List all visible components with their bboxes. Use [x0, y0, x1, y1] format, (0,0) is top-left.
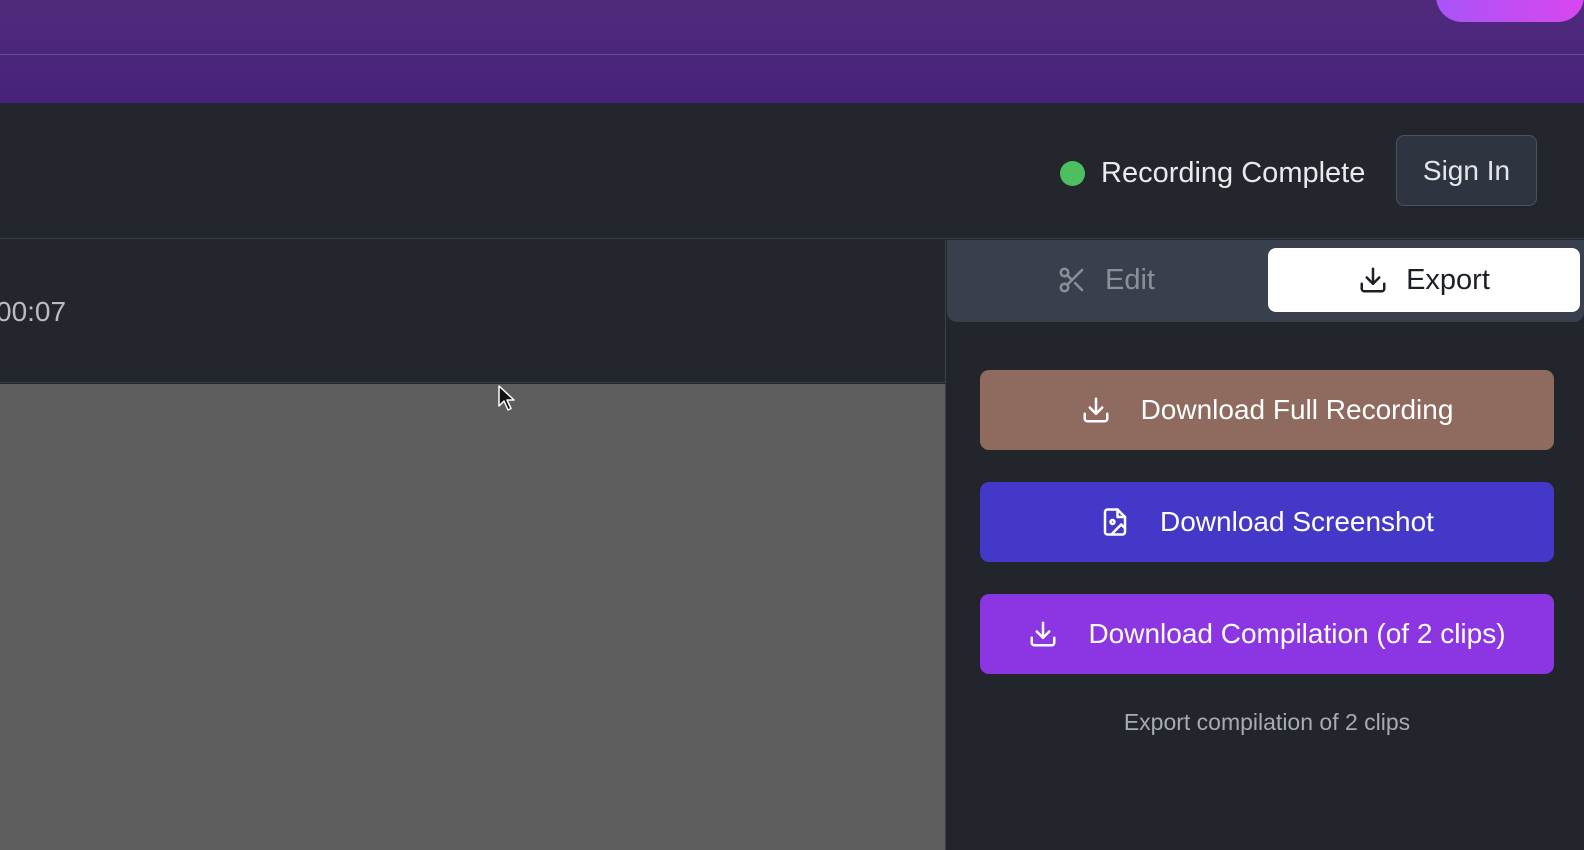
video-preview[interactable]: [0, 384, 946, 850]
image-file-icon: [1103, 508, 1127, 536]
scissors-icon: [1059, 267, 1084, 293]
export-hint: Export compilation of 2 clips: [1123, 709, 1411, 735]
time-display: 00:07: [0, 296, 67, 327]
top-banner: [0, 0, 1584, 103]
download-icon: [1360, 267, 1386, 293]
download-full-recording-label: Download Full Recording: [1140, 394, 1454, 425]
recording-status: Recording Complete: [1060, 157, 1365, 189]
player-header: 00:07: [0, 240, 946, 383]
tab-edit[interactable]: Edit: [947, 248, 1265, 312]
download-compilation-button[interactable]: Download Compilation (of 2 clips): [980, 594, 1554, 674]
tab-export-label: Export: [1406, 263, 1490, 296]
mouse-cursor-icon: [498, 385, 515, 411]
download-full-recording-button[interactable]: Download Full Recording: [980, 370, 1554, 450]
app-header: Recording Complete Sign In: [0, 103, 1584, 239]
download-screenshot-button[interactable]: Download Screenshot: [980, 482, 1554, 562]
status-text: Recording Complete: [1101, 156, 1366, 189]
download-compilation-label: Download Compilation (of 2 clips): [1088, 618, 1506, 649]
tab-edit-label: Edit: [1105, 263, 1155, 296]
banner-divider: [0, 54, 1584, 55]
download-icon: [1030, 621, 1056, 647]
status-dot-icon: [1060, 160, 1085, 186]
sign-in-button[interactable]: Sign In: [1396, 135, 1537, 206]
download-icon: [1083, 397, 1109, 423]
download-screenshot-label: Download Screenshot: [1160, 506, 1434, 537]
tab-export[interactable]: Export: [1268, 248, 1580, 312]
banner-action-pill[interactable]: [1436, 0, 1584, 22]
panel-tabs: Edit Export: [947, 240, 1584, 322]
